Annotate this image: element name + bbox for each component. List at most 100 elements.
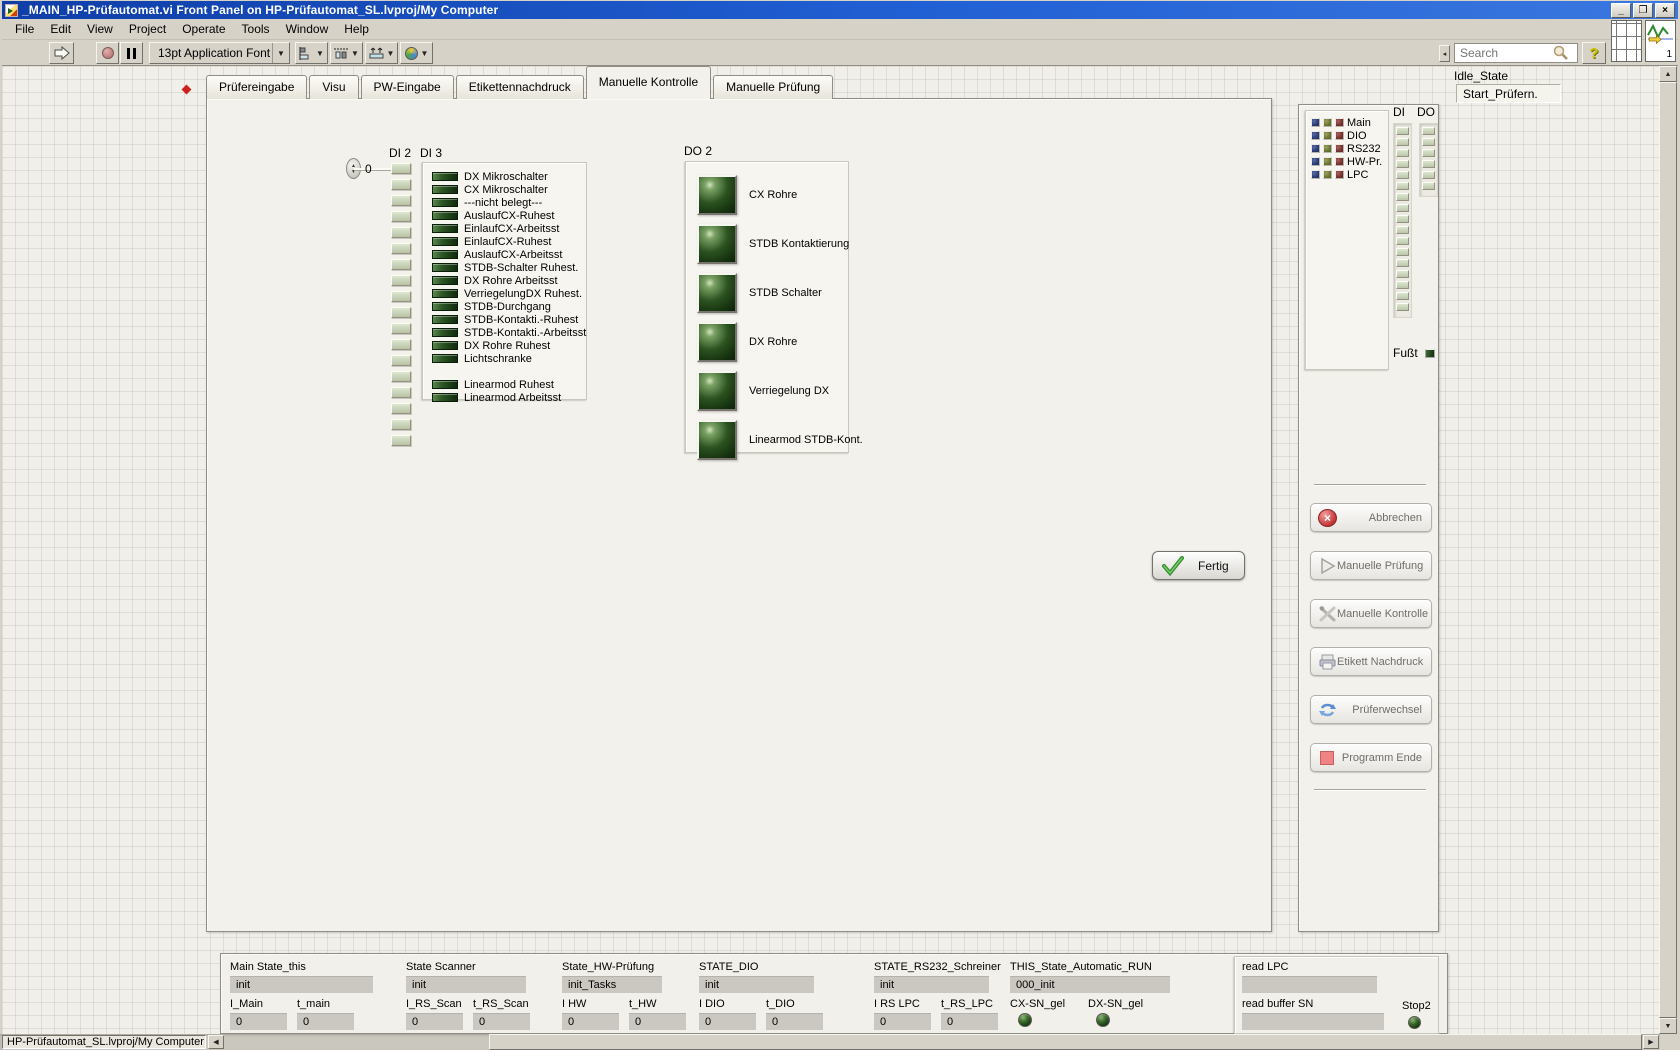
tab-visu[interactable]: Visu [309, 75, 359, 99]
di-led [1396, 193, 1409, 201]
led-indicator [432, 276, 458, 285]
do2-button[interactable]: CX Rohre [697, 173, 848, 217]
status-square-red-icon [1335, 144, 1344, 153]
printer-icon [1318, 653, 1337, 671]
di3-item: CX Mikroschalter [432, 183, 586, 196]
dx-sn-led-label: DX-SN_gel [1088, 998, 1144, 1010]
abort-button[interactable] [96, 42, 119, 64]
menu-item-project[interactable]: Project [122, 20, 173, 38]
read-lpc-field [1242, 976, 1377, 993]
tools-icon [1318, 605, 1337, 623]
run-button[interactable] [49, 42, 74, 64]
di3-item-label: Lichtschranke [464, 352, 532, 365]
square-led-icon [697, 322, 737, 362]
do2-button[interactable]: STDB Kontaktierung [697, 222, 849, 266]
scroll-right-icon[interactable]: ▶ [1643, 1035, 1659, 1049]
do2-button[interactable]: STDB Schalter [697, 271, 848, 315]
di-led [1396, 160, 1409, 168]
di3-item: Linearmod Ruhest [432, 378, 586, 391]
stop2-led [1408, 1016, 1421, 1029]
align-objects-dropdown[interactable]: ▼ [295, 42, 328, 64]
pause-button[interactable] [120, 42, 143, 64]
minimize-button[interactable]: _ [1611, 2, 1631, 18]
scroll-up-icon[interactable]: ▲ [1659, 66, 1677, 82]
di-led-column [1393, 123, 1412, 318]
grid-align-button[interactable] [1611, 20, 1642, 62]
tab-pw-eingabe[interactable]: PW-Eingabe [360, 75, 454, 99]
di3-item-label: ---nicht belegt--- [464, 196, 543, 209]
led-indicator [432, 315, 458, 324]
scroll-down-icon[interactable]: ▼ [1659, 1018, 1677, 1034]
search-input[interactable] [1455, 46, 1551, 60]
do-led [1422, 182, 1435, 190]
run-arrow-icon [54, 46, 70, 60]
di2-led [391, 195, 411, 206]
do2-button[interactable]: DX Rohre [697, 320, 848, 364]
refresh-icon [1318, 701, 1337, 719]
di2-led [391, 355, 411, 366]
cluster-state-field: init [874, 976, 989, 993]
di3-item: DX Mikroschalter [432, 170, 586, 183]
cluster-field-value: 0 [941, 1013, 998, 1030]
vi-waveform-icon [1647, 23, 1673, 45]
close-button[interactable]: × [1655, 2, 1675, 18]
status-square-green-icon [1323, 131, 1332, 140]
restore-button[interactable]: ❐ [1633, 2, 1653, 18]
status-square-blue-icon [1311, 157, 1320, 166]
side-button-programm-ende[interactable]: Programm Ende [1310, 743, 1432, 772]
tab-manuelle-kontrolle[interactable]: Manuelle Kontrolle [585, 66, 712, 99]
menu-bar: File Edit View Project Operate Tools Window Hel… [2, 19, 1678, 40]
side-button-manuelle-pr-fung[interactable]: Manuelle Prüfung [1310, 551, 1432, 580]
fertig-button[interactable]: Fertig [1152, 551, 1245, 580]
fertig-button-label: Fertig [1198, 558, 1229, 573]
status-square-red-icon [1335, 118, 1344, 127]
font-selector-value: 13pt Application Font [158, 46, 271, 60]
menu-item-operate[interactable]: Operate [175, 20, 232, 38]
di-led [1396, 171, 1409, 179]
tab-pr-fereingabe[interactable]: Prüfereingabe [206, 75, 308, 99]
font-selector[interactable]: 13pt Application Font ▼ [149, 42, 290, 64]
menu-item-file[interactable]: File [8, 20, 41, 38]
cluster-field-label: I HW [562, 998, 587, 1010]
cluster-state-field: init_Tasks [562, 976, 662, 993]
reorder-dropdown[interactable]: ▼ [400, 42, 433, 64]
tab-strip: Prüfereingabe Visu PW-Eingabe Etikettennach… [206, 66, 834, 99]
side-button-manuelle-kontrolle[interactable]: Manuelle Kontrolle [1310, 599, 1432, 628]
side-button-etikett-nachdruck[interactable]: Etikett Nachdruck [1310, 647, 1432, 676]
di2-led [391, 211, 411, 222]
side-button-abbrechen[interactable]: × Abbrechen [1310, 503, 1432, 532]
cluster-field-label: t_RS_Scan [473, 998, 529, 1010]
search-collapse-button[interactable]: ◂ [1439, 45, 1450, 62]
menu-item-help[interactable]: Help [337, 20, 376, 38]
do-led [1422, 171, 1435, 179]
labview-window: _MAIN_HP-Prüfautomat.vi Front Panel on H… [0, 0, 1680, 1050]
di2-label: DI 2 [389, 146, 412, 160]
do2-box: CX Rohre STDB Kontaktierung STDB Schalter D… [685, 161, 863, 460]
tab-manuelle-pr-fung[interactable]: Manuelle Prüfung [713, 75, 834, 99]
execution-target-status[interactable]: HP-Prüfautomat_SL.lvproj/My Computer [2, 1035, 206, 1049]
led-indicator [432, 185, 458, 194]
vertical-scroll-thumb[interactable] [1659, 82, 1677, 1018]
scroll-left-icon[interactable]: ◀ [208, 1035, 224, 1049]
menu-item-edit[interactable]: Edit [43, 20, 78, 38]
do-led [1422, 138, 1435, 146]
horizontal-scroll-thumb[interactable] [489, 1034, 1642, 1050]
do2-button[interactable]: Linearmod STDB-Kont. [697, 418, 863, 462]
di-led [1396, 281, 1409, 289]
divider [1314, 484, 1426, 486]
pause-icon [127, 47, 130, 59]
menu-item-tools[interactable]: Tools [235, 20, 277, 38]
menu-item-window[interactable]: Window [279, 20, 336, 38]
cluster-field-label: I DIO [699, 998, 725, 1010]
read-lpc-label: read LPC [1242, 961, 1289, 973]
menu-item-view[interactable]: View [80, 20, 120, 38]
tab-etikettennachdruck[interactable]: Etikettennachdruck [455, 75, 584, 99]
distribute-objects-dropdown[interactable]: ▼ [330, 42, 363, 64]
process-list-item: DIO [1311, 129, 1388, 142]
do2-button-label: DX Rohre [749, 336, 798, 348]
resize-objects-dropdown[interactable]: ▼ [365, 42, 398, 64]
do2-button[interactable]: Verriegelung DX [697, 369, 848, 413]
side-button-pr-ferwechsel[interactable]: Prüferwechsel [1310, 695, 1432, 724]
help-button[interactable]: ? [1582, 42, 1606, 64]
di3-item-label: EinlaufCX-Arbeitsst [464, 222, 560, 235]
